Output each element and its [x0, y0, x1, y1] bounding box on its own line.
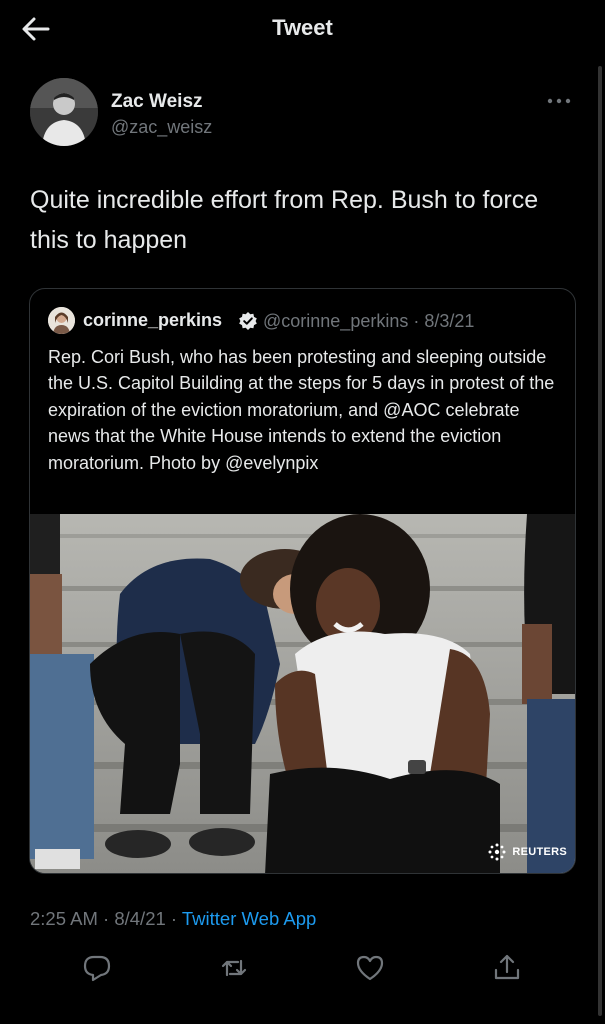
reply-button[interactable] — [82, 953, 112, 983]
reuters-label: REUTERS — [512, 846, 567, 858]
retweet-button[interactable] — [219, 953, 249, 983]
like-icon — [356, 955, 384, 981]
photo-illustration — [30, 514, 575, 873]
separator: · — [170, 908, 178, 929]
tweet-source-link[interactable]: Twitter Web App — [182, 908, 316, 929]
author-name[interactable]: Zac Weisz — [111, 91, 203, 113]
page-title: Tweet — [272, 15, 333, 40]
tweet-timestamp: 2:25 AM · 8/4/21 · Twitter Web App — [30, 908, 316, 930]
like-button[interactable] — [355, 953, 385, 983]
retweet-icon — [221, 959, 247, 977]
share-button[interactable] — [492, 953, 522, 983]
separator: · — [103, 908, 110, 929]
avatar[interactable] — [30, 78, 98, 146]
top-bar: Tweet — [0, 0, 605, 58]
quoted-avatar — [48, 307, 75, 334]
tweet-text: Quite incredible effort from Rep. Bush t… — [30, 186, 539, 254]
scrollbar[interactable] — [598, 66, 602, 1016]
quoted-author-name: corinne_perkins — [83, 310, 223, 330]
more-dots-icon — [547, 98, 571, 104]
quoted-tweet-text: Rep. Cori Bush, who has been protesting … — [48, 347, 555, 473]
quoted-tweet-photo[interactable]: REUTERS — [30, 514, 575, 873]
tweet-author: Zac Weisz @zac_weisz — [30, 78, 590, 152]
action-bar — [0, 945, 605, 995]
share-icon — [494, 954, 520, 980]
author-handle[interactable]: @zac_weisz — [111, 117, 212, 138]
tweet-date[interactable]: 8/4/21 — [114, 908, 165, 929]
more-options-button[interactable] — [546, 94, 572, 108]
quoted-tweet-header: corinne_perkins @corinne_perkins · 8/3/2… — [48, 307, 568, 335]
tweet-time[interactable]: 2:25 AM — [30, 908, 98, 929]
verified-badge-icon — [239, 312, 257, 330]
reuters-logo-icon — [488, 843, 506, 861]
reply-icon — [83, 955, 111, 982]
reuters-watermark: REUTERS — [487, 841, 567, 863]
quoted-meta: @corinne_perkins · 8/3/21 — [263, 311, 475, 331]
quoted-tweet[interactable]: corinne_perkins @corinne_perkins · 8/3/2… — [29, 288, 576, 874]
